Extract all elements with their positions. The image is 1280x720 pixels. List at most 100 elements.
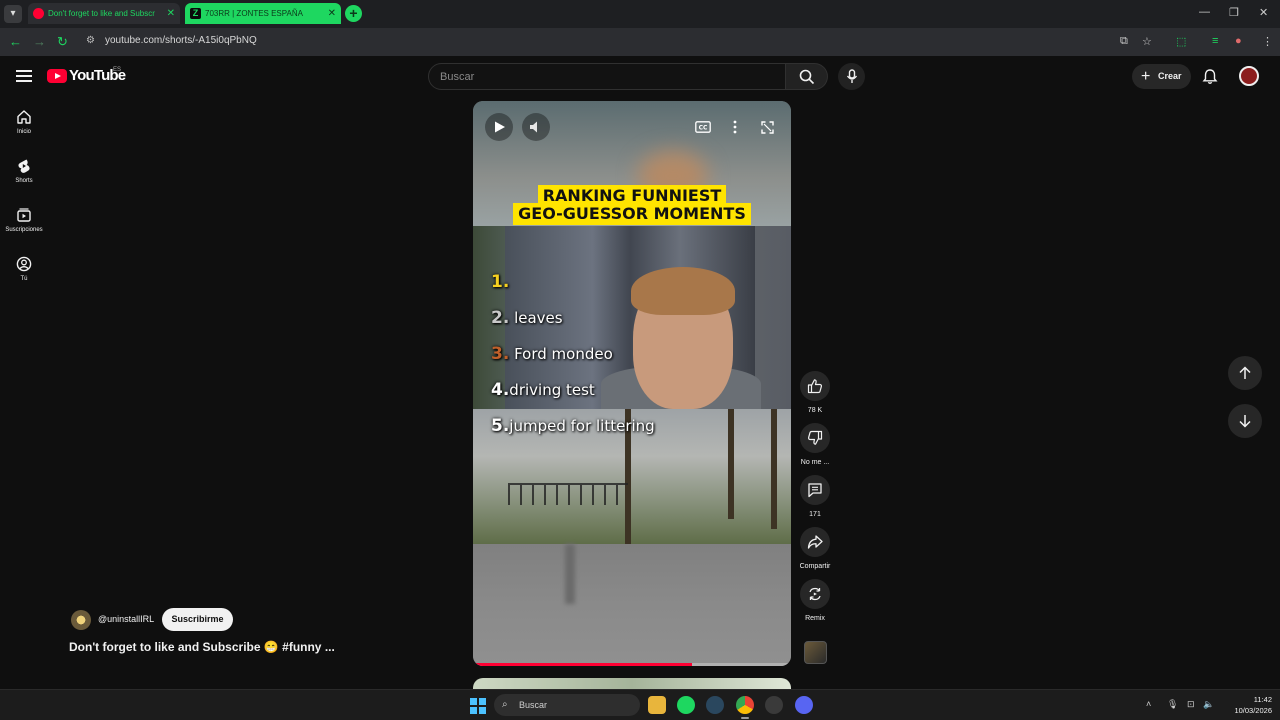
steam-icon[interactable] — [706, 696, 724, 714]
search-button[interactable] — [786, 63, 828, 90]
share-button[interactable] — [800, 527, 830, 557]
chrome-icon[interactable] — [736, 696, 754, 719]
windows-start-icon[interactable] — [470, 698, 486, 714]
more-options-icon[interactable] — [733, 120, 737, 134]
country-code: ES — [113, 67, 122, 73]
forward-icon[interactable]: → — [33, 34, 46, 49]
comments-button[interactable] — [800, 475, 830, 505]
clock-time: 11:42 — [1253, 695, 1272, 704]
windows-taskbar: ⌕ Buscar ˄ 🎙 ⊡ 🔈 11:42 10/03/2026 — [0, 689, 1280, 720]
channel-avatar[interactable] — [71, 610, 91, 630]
play-icon — [495, 121, 505, 133]
account-avatar[interactable] — [1239, 66, 1259, 86]
search-icon — [799, 69, 815, 85]
mute-button[interactable] — [522, 113, 550, 141]
dislike-button[interactable] — [800, 423, 830, 453]
you-icon — [16, 256, 32, 272]
minimize-icon[interactable]: — — [1199, 6, 1210, 18]
sidebar-item-label: Suscripciones — [5, 227, 43, 233]
back-icon[interactable]: ← — [9, 34, 22, 49]
tab-title: 703RR | ZONTES ESPAÑA — [205, 9, 303, 18]
next-short-button[interactable] — [1228, 404, 1262, 438]
ranking-item: 4.driving test — [491, 380, 595, 400]
file-explorer-icon[interactable] — [648, 696, 666, 714]
fullscreen-icon[interactable] — [761, 121, 774, 134]
address-bar[interactable]: youtube.com/shorts/-A15i0qPbNQ — [105, 35, 257, 46]
video-fence — [508, 483, 628, 505]
short-video-player[interactable]: RANKING FUNNIEST GEO-GUESSOR MOMENTS 1. … — [473, 101, 791, 666]
browser-tab-strip: ▾ Don't forget to like and Subscr ✕ Z 70… — [0, 0, 1280, 28]
close-tab-icon[interactable]: ✕ — [328, 3, 336, 24]
share-icon — [807, 535, 823, 549]
like-button[interactable] — [800, 371, 830, 401]
tab-search-button[interactable]: ▾ — [4, 5, 22, 23]
dislike-action[interactable]: No me ... — [795, 423, 835, 466]
remix-label: Remix — [805, 615, 825, 622]
video-progress-fill — [473, 663, 693, 666]
tray-overflow-icon[interactable]: ˄ — [1146, 699, 1151, 709]
bookmark-star-icon[interactable]: ☆ — [1142, 35, 1152, 48]
volume-icon — [530, 121, 537, 133]
taskbar-search-label: Buscar — [519, 700, 548, 710]
ranking-item: 3. Ford mondeo — [491, 344, 613, 364]
remix-icon — [809, 587, 821, 601]
close-window-icon[interactable]: ✕ — [1259, 6, 1268, 19]
tab-zontes[interactable]: Z 703RR | ZONTES ESPAÑA ✕ — [185, 3, 341, 24]
video-title[interactable]: Don't forget to like and Subscribe 😁 #fu… — [69, 640, 335, 654]
comments-action[interactable]: 171 — [795, 475, 835, 518]
chrome-menu-icon[interactable]: ⋮ — [1262, 35, 1273, 48]
microphone-tray-icon[interactable]: 🎙 — [1167, 699, 1178, 710]
site-info-icon[interactable]: ⚙ — [86, 35, 99, 48]
like-count: 78 K — [807, 407, 823, 414]
dislike-label: No me ... — [800, 459, 830, 466]
reload-icon[interactable]: ↻ — [57, 34, 68, 50]
network-icon[interactable]: ⊡ — [1187, 699, 1195, 710]
remix-button[interactable] — [800, 579, 830, 609]
install-app-icon[interactable]: ⧉ — [1120, 35, 1128, 48]
search-box — [428, 63, 786, 90]
thumbs-up-icon — [807, 379, 823, 394]
extensions-icon[interactable]: ⬚ — [1176, 35, 1186, 48]
arrow-up-icon — [1239, 366, 1251, 379]
speaker-icon[interactable]: 🔈 — [1203, 699, 1214, 710]
media-control-icon[interactable]: ≡ — [1212, 35, 1218, 47]
taskbar-search[interactable]: ⌕ Buscar — [494, 694, 640, 716]
notifications-bell-icon[interactable] — [1202, 68, 1218, 85]
video-frame-bottom — [473, 544, 791, 666]
restore-icon[interactable]: ❐ — [1229, 6, 1239, 19]
sidebar-item-inicio[interactable]: Inicio — [0, 109, 48, 135]
remix-action[interactable]: Remix — [795, 579, 835, 622]
app-icon[interactable] — [765, 696, 783, 714]
shorts-icon — [18, 159, 30, 173]
sound-thumbnail[interactable] — [804, 641, 827, 664]
discord-icon[interactable] — [795, 696, 813, 714]
plus-icon: + — [1141, 68, 1151, 85]
thumbs-down-icon — [807, 430, 823, 445]
video-progress-bar[interactable] — [473, 663, 791, 666]
previous-short-button[interactable] — [1228, 356, 1262, 390]
closed-captions-icon[interactable]: CC — [695, 121, 711, 133]
sidebar-item-suscripciones[interactable]: Suscripciones — [0, 207, 48, 233]
create-label: Crear — [1158, 71, 1182, 81]
profile-icon[interactable]: ● — [1235, 35, 1242, 47]
new-tab-button[interactable]: + — [345, 5, 362, 22]
hamburger-menu-icon[interactable] — [16, 70, 32, 82]
sidebar-item-tu[interactable]: Tú — [0, 256, 48, 282]
share-action[interactable]: Compartir — [795, 527, 835, 570]
player-controls-group: CC — [687, 113, 788, 141]
subscribe-button[interactable]: Suscribirme — [162, 608, 233, 631]
sidebar-item-shorts[interactable]: Shorts — [0, 158, 48, 184]
close-tab-icon[interactable]: ✕ — [167, 3, 175, 24]
youtube-logo-icon[interactable] — [47, 69, 67, 83]
voice-search-button[interactable] — [838, 63, 865, 90]
tab-youtube[interactable]: Don't forget to like and Subscr ✕ — [28, 3, 180, 24]
share-label: Compartir — [799, 563, 831, 570]
search-input[interactable] — [429, 64, 785, 89]
channel-handle[interactable]: @uninstallIRL — [98, 614, 154, 624]
spotify-icon[interactable] — [677, 696, 695, 714]
create-button[interactable]: + Crear — [1132, 64, 1191, 89]
system-clock[interactable]: 11:42 10/03/2026 — [1222, 694, 1272, 716]
browser-toolbar: ← → ↻ ⚙ youtube.com/shorts/-A15i0qPbNQ ⧉… — [0, 28, 1280, 56]
play-button[interactable] — [485, 113, 513, 141]
like-action[interactable]: 78 K — [795, 371, 835, 414]
